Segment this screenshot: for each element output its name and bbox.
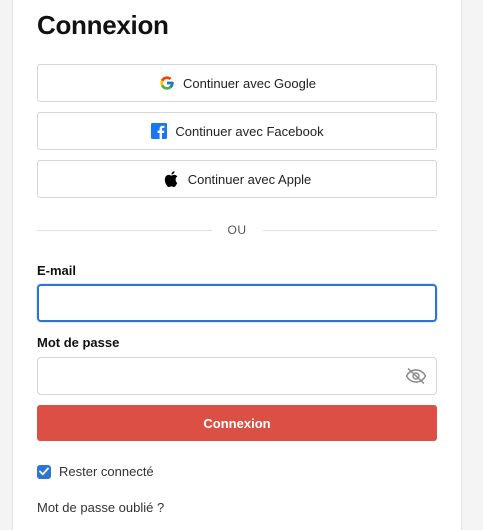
apple-button-label: Continuer avec Apple (187, 171, 312, 187)
email-field[interactable] (37, 284, 437, 322)
email-label: E-mail (37, 263, 77, 278)
or-divider: OU (37, 220, 437, 240)
continue-with-google-button[interactable]: Continuer avec Google (37, 64, 437, 102)
facebook-button-label: Continuer avec Facebook (175, 123, 324, 139)
facebook-logo-icon (150, 123, 167, 140)
login-panel: Connexion Continuer avec Google Continue… (12, 0, 462, 530)
remember-me-label[interactable]: Rester connecté (59, 464, 154, 479)
password-field[interactable] (37, 357, 437, 395)
remember-me: Rester connecté (37, 464, 154, 479)
divider-line-left (37, 229, 212, 231)
password-label: Mot de passe (37, 335, 120, 350)
google-logo-icon (158, 75, 175, 92)
forgot-password-link[interactable]: Mot de passe oublié ? (37, 500, 164, 515)
continue-with-facebook-button[interactable]: Continuer avec Facebook (37, 112, 437, 150)
continue-with-apple-button[interactable]: Continuer avec Apple (37, 160, 437, 198)
checkmark-icon (39, 467, 49, 476)
login-submit-button[interactable]: Connexion (37, 405, 437, 441)
remember-me-checkbox[interactable] (37, 464, 51, 479)
eye-slash-icon[interactable] (405, 366, 427, 386)
apple-logo-icon (163, 171, 180, 188)
divider-text: OU (227, 223, 247, 237)
divider-line-right (262, 229, 437, 231)
google-button-label: Continuer avec Google (183, 75, 316, 91)
page-title: Connexion (37, 10, 169, 40)
